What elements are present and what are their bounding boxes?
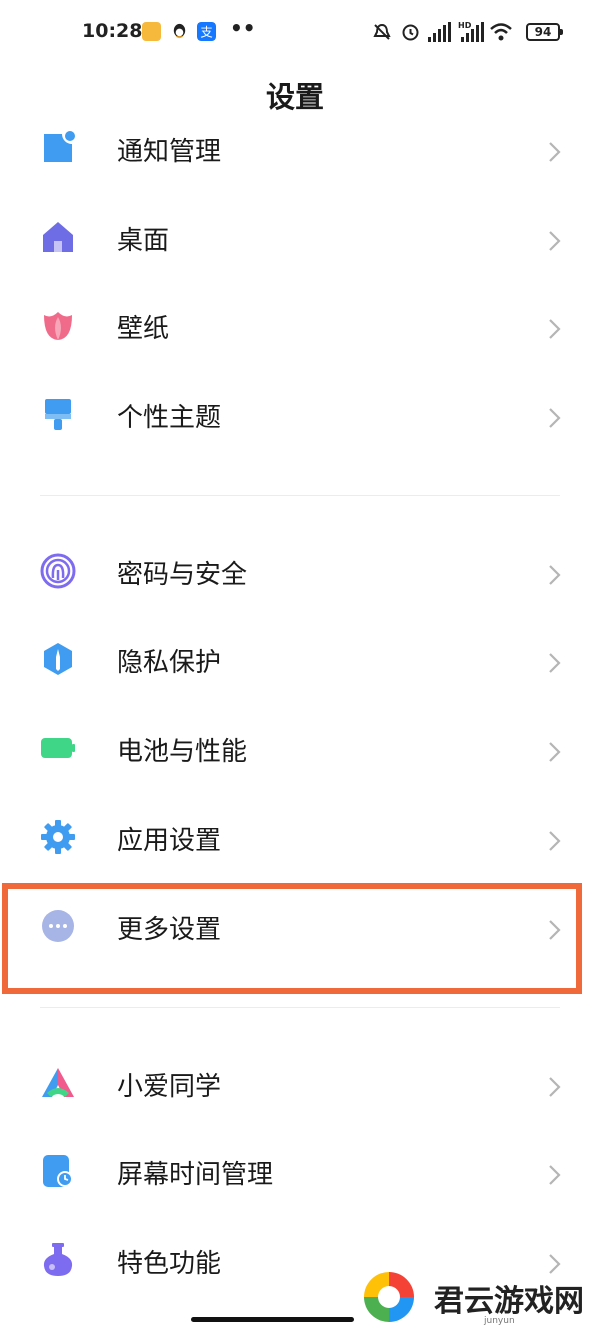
chevron-right-icon (549, 1165, 561, 1185)
settings-item-label: 通知管理 (117, 137, 222, 167)
group-divider (40, 495, 560, 496)
alarm-clock-icon (402, 24, 419, 41)
settings-item-label: 特色功能 (117, 1249, 222, 1279)
watermark-logo-icon (364, 1272, 414, 1322)
watermark-subtitle: junyun (484, 1316, 515, 1326)
silent-alarm-icon (373, 23, 391, 40)
more-notifications-icon: •• (230, 16, 256, 40)
chevron-right-icon (549, 831, 561, 851)
battery-indicator: 94 (526, 23, 563, 41)
alipay-notification-icon: 支 (197, 22, 216, 41)
settings-item-label: 电池与性能 (117, 737, 248, 767)
status-time: 10:28 (82, 20, 143, 42)
watermark-text: 君云游戏网 (434, 1284, 584, 1319)
highlight-annotation-box (2, 883, 582, 994)
chevron-right-icon (549, 142, 561, 162)
xiaoai-icon (42, 1068, 74, 1097)
status-bar: 10:28 支 •• HD 94 (0, 0, 600, 66)
home-icon (43, 222, 73, 252)
signal-icon (428, 22, 451, 42)
settings-item-password-security[interactable]: 密码与安全 (0, 531, 600, 619)
settings-item-label: 屏幕时间管理 (117, 1160, 274, 1190)
battery-icon (41, 738, 75, 758)
settings-item-label: 个性主题 (117, 403, 222, 433)
chevron-right-icon (549, 653, 561, 673)
notification-icon (44, 131, 75, 162)
group-divider (40, 1007, 560, 1008)
gear-icon (41, 820, 75, 854)
wifi-icon (490, 23, 512, 41)
settings-item-privacy[interactable]: 隐私保护 (0, 619, 600, 707)
chevron-right-icon (549, 565, 561, 585)
hd-signal-icon: HD (458, 21, 484, 42)
settings-item-label: 壁纸 (117, 314, 170, 344)
privacy-shield-icon (44, 643, 72, 675)
settings-item-xiaoai[interactable]: 小爱同学 (0, 1043, 600, 1131)
chevron-right-icon (549, 742, 561, 762)
tulip-icon (44, 312, 72, 340)
fingerprint-icon (40, 553, 76, 589)
qq-notification-icon (173, 23, 186, 39)
settings-item-label: 桌面 (117, 226, 170, 256)
settings-item-label: 应用设置 (117, 826, 222, 856)
chevron-right-icon (549, 319, 561, 339)
settings-item-notifications[interactable]: 通知管理 (0, 108, 600, 196)
flask-icon (43, 1243, 73, 1276)
chevron-right-icon (549, 231, 561, 251)
site-watermark: 君云游戏网 junyun (356, 1262, 596, 1330)
svg-text:HD: HD (458, 21, 472, 30)
settings-item-label: 隐私保护 (117, 648, 222, 678)
settings-item-battery-performance[interactable]: 电池与性能 (0, 708, 600, 796)
settings-item-themes[interactable]: 个性主题 (0, 374, 600, 462)
chevron-right-icon (549, 408, 561, 428)
home-indicator (191, 1317, 354, 1322)
screen-time-icon (43, 1155, 73, 1187)
settings-item-wallpaper[interactable]: 壁纸 (0, 285, 600, 373)
chevron-right-icon (549, 1077, 561, 1097)
settings-item-label: 密码与安全 (117, 560, 248, 590)
settings-item-desktop[interactable]: 桌面 (0, 197, 600, 285)
settings-item-label: 小爱同学 (117, 1072, 222, 1102)
svg-text:支: 支 (200, 25, 212, 39)
settings-item-app-settings[interactable]: 应用设置 (0, 797, 600, 885)
notes-app-notification-icon (142, 22, 161, 41)
settings-item-screen-time[interactable]: 屏幕时间管理 (0, 1131, 600, 1219)
brush-icon (45, 399, 71, 430)
